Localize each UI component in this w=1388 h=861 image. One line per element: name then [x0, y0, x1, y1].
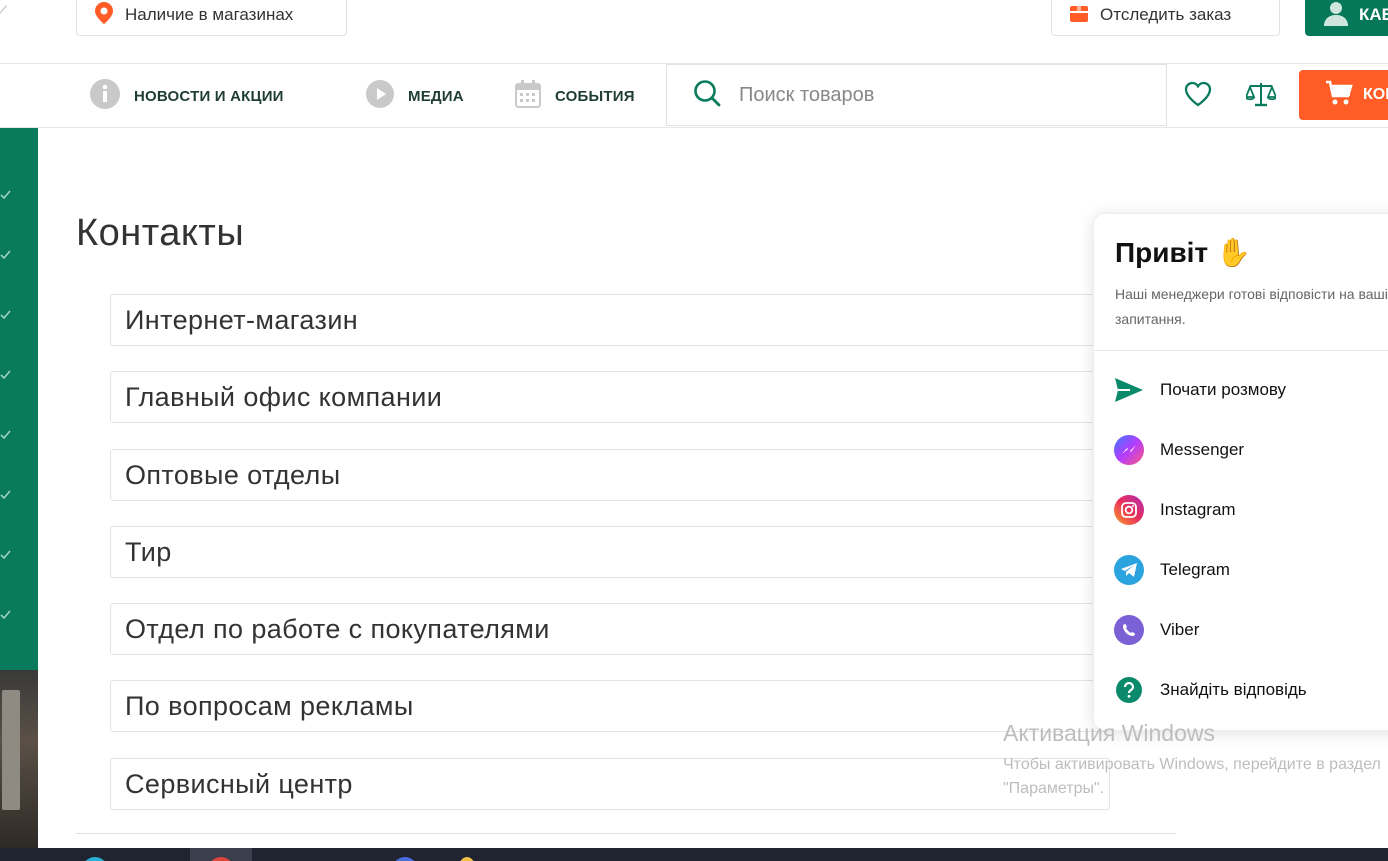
chat-subtitle: Наші менеджери готові відповісти на ваші… — [1115, 286, 1388, 327]
chat-instagram[interactable]: Instagram — [1114, 494, 1236, 526]
windows-activation-watermark: Активация Windows Чтобы активировать Win… — [1003, 720, 1381, 801]
stores-availability-button[interactable]: Наличие в магазинах — [76, 0, 347, 36]
check-icon — [0, 308, 12, 320]
check-icon — [0, 248, 12, 260]
contact-section-online-store[interactable]: Интернет-магазин — [110, 294, 1110, 346]
check-icon — [0, 488, 12, 500]
info-icon — [90, 79, 120, 113]
viber-icon — [1114, 615, 1144, 645]
top-bar: Наличие в магазинах Отследить заказ КАБИ… — [0, 0, 1388, 64]
cart-button[interactable]: КОРЗИНА — [1299, 70, 1388, 120]
search-box — [666, 64, 1167, 126]
nav-bar: НОВОСТИ И АКЦИИ МЕДИА СОБЫТИЯ Поиск това… — [0, 64, 1388, 128]
nav-item-events[interactable]: СОБЫТИЯ — [515, 64, 635, 128]
nav-item-news-label: НОВОСТИ И АКЦИИ — [134, 87, 284, 105]
nav-item-media-label: МЕДИА — [408, 87, 464, 105]
watermark-line-1: Чтобы активировать Windows, перейдите в … — [1003, 756, 1381, 773]
watermark-title: Активация Windows — [1003, 720, 1215, 746]
chat-item-label: Почати розмову — [1160, 380, 1287, 399]
user-icon — [1323, 0, 1349, 31]
chat-find-answer[interactable]: Знайдіть відповідь — [1114, 674, 1307, 706]
taskbar — [0, 848, 1388, 861]
chat-item-label: Viber — [1160, 620, 1200, 639]
contact-section-wholesale[interactable]: Оптовые отделы — [110, 449, 1110, 501]
play-icon — [366, 80, 394, 112]
calendar-icon — [515, 80, 541, 112]
sidebar-banner-image — [0, 670, 38, 848]
taskbar-app-icon[interactable] — [82, 857, 108, 861]
chat-title: Привіт ✋ — [1115, 236, 1251, 269]
chat-telegram[interactable]: Telegram — [1114, 554, 1230, 586]
taskbar-app-icon[interactable] — [458, 857, 476, 861]
cart-icon — [1325, 80, 1353, 111]
search-icon[interactable] — [693, 79, 721, 112]
cabinet-button[interactable]: КАБИНЕТ — [1305, 0, 1388, 36]
box-icon — [1070, 4, 1088, 27]
chat-item-label: Messenger — [1160, 440, 1245, 459]
track-order-button[interactable]: Отследить заказ — [1051, 0, 1280, 36]
chat-messenger[interactable]: Messenger — [1114, 434, 1244, 466]
check-icon — [0, 608, 12, 620]
page-title: Контакты — [76, 212, 245, 254]
check-icon — [0, 188, 12, 200]
chat-item-label: Instagram — [1160, 500, 1236, 519]
corner-mark — [0, 5, 17, 25]
contact-section-customer-service[interactable]: Отдел по работе с покупателями — [110, 603, 1110, 655]
check-icon — [0, 428, 12, 440]
messenger-icon — [1114, 435, 1144, 465]
nav-item-media[interactable]: МЕДИА — [366, 64, 464, 128]
chat-title-text: Привіт — [1115, 236, 1209, 268]
track-order-label: Отследить заказ — [1100, 5, 1232, 24]
contact-section-advertising[interactable]: По вопросам рекламы — [110, 680, 1110, 732]
chat-start-conversation[interactable]: Почати розмову — [1114, 374, 1286, 406]
chat-item-label: Telegram — [1160, 560, 1230, 579]
telegram-icon — [1114, 555, 1144, 585]
wishlist-button[interactable] — [1182, 80, 1214, 112]
contact-section-shooting-range[interactable]: Тир — [110, 526, 1110, 578]
scales-icon — [1244, 80, 1278, 113]
watermark-text: Чтобы активировать Windows, перейдите в … — [1003, 753, 1381, 801]
chat-item-label: Знайдіть відповідь — [1160, 680, 1307, 699]
chat-divider — [1094, 350, 1388, 351]
cart-label: КОРЗИНА — [1363, 86, 1388, 103]
contact-section-head-office[interactable]: Главный офис компании — [110, 371, 1110, 423]
category-sidebar — [0, 128, 38, 670]
chat-widget: Привіт ✋ Наші менеджери готові відповіст… — [1093, 213, 1388, 731]
send-icon — [1114, 375, 1144, 405]
watermark-line-2: "Параметры". — [1003, 780, 1105, 797]
contact-section-service-center[interactable]: Сервисный центр — [110, 758, 1110, 810]
check-icon — [0, 368, 12, 380]
check-icon — [0, 548, 12, 560]
compare-button[interactable] — [1244, 80, 1278, 113]
cabinet-label: КАБИНЕТ — [1359, 5, 1388, 24]
instagram-icon — [1114, 495, 1144, 525]
location-pin-icon — [95, 1, 113, 29]
divider — [76, 833, 1176, 834]
nav-item-events-label: СОБЫТИЯ — [555, 87, 635, 105]
nav-item-news[interactable]: НОВОСТИ И АКЦИИ — [90, 64, 284, 128]
raised-hand-icon: ✋ — [1216, 237, 1252, 268]
page: Наличие в магазинах Отследить заказ КАБИ… — [0, 0, 1388, 861]
chat-viber[interactable]: Viber — [1114, 614, 1199, 646]
search-input[interactable] — [739, 83, 1119, 107]
help-icon — [1116, 677, 1142, 703]
taskbar-app-icon[interactable] — [392, 857, 418, 861]
stores-availability-label: Наличие в магазинах — [125, 5, 294, 24]
heart-icon — [1184, 81, 1212, 112]
